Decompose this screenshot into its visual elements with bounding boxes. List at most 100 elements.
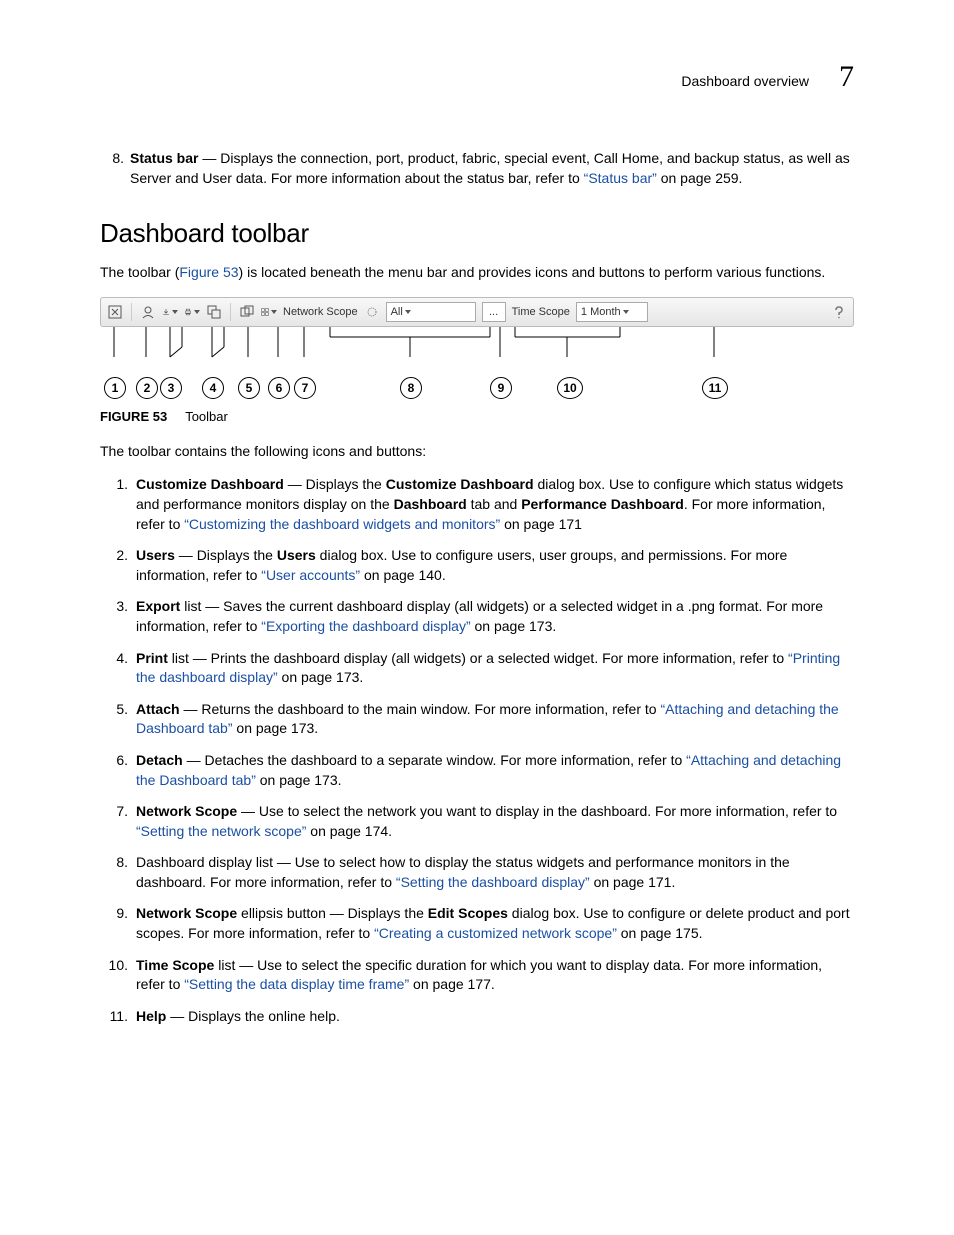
list-item: 7.Network Scope — Use to select the netw… <box>100 802 854 841</box>
term: Users <box>136 547 175 563</box>
text: on page 173. <box>278 669 364 685</box>
callout-8: 8 <box>400 377 422 399</box>
callout-5: 5 <box>238 377 260 399</box>
print-icon <box>184 304 200 320</box>
list-item: 6.Detach — Detaches the dashboard to a s… <box>100 751 854 790</box>
section-intro: The toolbar (Figure 53) is located benea… <box>100 263 854 283</box>
callout-9: 9 <box>490 377 512 399</box>
figure-ref-link[interactable]: Figure 53 <box>179 264 238 280</box>
term: Network Scope <box>136 905 237 921</box>
cross-ref-link[interactable]: “Setting the network scope” <box>136 823 306 839</box>
item-body: Users — Displays the Users dialog box. U… <box>136 546 854 585</box>
text: — Displays the <box>175 547 277 563</box>
callout-7: 7 <box>294 377 316 399</box>
page: Dashboard overview 7 8. Status bar — Dis… <box>0 0 954 1235</box>
item-body: Customize Dashboard — Displays the Custo… <box>136 475 854 534</box>
callout-11: 11 <box>702 377 728 399</box>
term: Status bar <box>130 150 198 166</box>
term: Export <box>136 598 180 614</box>
cross-ref-link[interactable]: “Customizing the dashboard widgets and m… <box>184 516 500 532</box>
item-number: 1. <box>100 475 136 534</box>
item-number: 3. <box>100 597 136 636</box>
customize-dashboard-icon <box>107 304 123 320</box>
scope-icon <box>364 304 380 320</box>
value: 1 Month <box>581 306 621 318</box>
detach-icon <box>239 304 255 320</box>
list-item: 3.Export list — Saves the current dashbo… <box>100 597 854 636</box>
status-bar-item: 8. Status bar — Displays the connection,… <box>100 149 854 188</box>
figure-53: Network Scope All ... Time Scope 1 Month <box>100 297 854 424</box>
item-body: Network Scope ellipsis button — Displays… <box>136 904 854 943</box>
item-number: 10. <box>100 956 136 995</box>
display-list-icon <box>261 304 277 320</box>
list-item: 5.Attach — Returns the dashboard to the … <box>100 700 854 739</box>
item-number: 11. <box>100 1007 136 1027</box>
item-number: 2. <box>100 546 136 585</box>
cross-ref-link[interactable]: “Setting the dashboard display” <box>396 874 590 890</box>
export-icon <box>162 304 178 320</box>
item-body: Print list — Prints the dashboard displa… <box>136 649 854 688</box>
term: Edit Scopes <box>428 905 508 921</box>
figure-title: Toolbar <box>185 409 228 424</box>
item-number: 7. <box>100 802 136 841</box>
term: Print <box>136 650 168 666</box>
item-body: Status bar — Displays the connection, po… <box>130 149 854 188</box>
cross-ref-link[interactable]: “Exporting the dashboard display” <box>261 618 470 634</box>
item-body: Dashboard display list — Use to select h… <box>136 853 854 892</box>
status-bar-link[interactable]: “Status bar” <box>584 170 657 186</box>
text: The toolbar ( <box>100 264 179 280</box>
value: All <box>391 306 403 318</box>
text: on page 140. <box>360 567 446 583</box>
text: ellipsis button — Displays the <box>237 905 428 921</box>
figure-caption: FIGURE 53 Toolbar <box>100 409 854 424</box>
text: on page 173. <box>233 720 319 736</box>
item-number: 5. <box>100 700 136 739</box>
term: Dashboard <box>394 496 467 512</box>
text: on page 174. <box>306 823 392 839</box>
text: on page 173. <box>471 618 557 634</box>
time-scope-field: 1 Month <box>576 302 648 322</box>
item-body: Help — Displays the online help. <box>136 1007 854 1027</box>
toolbar-mock: Network Scope All ... Time Scope 1 Month <box>100 297 854 327</box>
cross-ref-link[interactable]: “Creating a customized network scope” <box>374 925 617 941</box>
term: Network Scope <box>136 803 237 819</box>
text: — Displays the online help. <box>166 1008 340 1024</box>
list-item: 8.Dashboard display list — Use to select… <box>100 853 854 892</box>
callout-6: 6 <box>268 377 290 399</box>
text: on page 177. <box>409 976 495 992</box>
callout-10: 10 <box>557 377 583 399</box>
figure-label: FIGURE 53 <box>100 409 167 424</box>
list-item: 9.Network Scope ellipsis button — Displa… <box>100 904 854 943</box>
text: — Displays the <box>284 476 386 492</box>
text: on page 259. <box>657 170 743 186</box>
item-body: Network Scope — Use to select the networ… <box>136 802 854 841</box>
cross-ref-link[interactable]: “Setting the data display time frame” <box>184 976 409 992</box>
cross-ref-link[interactable]: “User accounts” <box>261 567 360 583</box>
network-scope-label: Network Scope <box>283 306 358 318</box>
list-item: 11.Help — Displays the online help. <box>100 1007 854 1027</box>
text: on page 171. <box>590 874 676 890</box>
item-body: Time Scope list — Use to select the spec… <box>136 956 854 995</box>
callout-numbers: 1 2 3 4 5 6 7 8 9 10 11 <box>100 377 854 399</box>
callout-2: 2 <box>136 377 158 399</box>
term: Customize Dashboard <box>136 476 284 492</box>
item-number: 9. <box>100 904 136 943</box>
header-title: Dashboard overview <box>681 73 809 89</box>
item-number: 6. <box>100 751 136 790</box>
text: tab and <box>467 496 522 512</box>
attach-icon <box>206 304 222 320</box>
term: Attach <box>136 701 180 717</box>
list-item: 2.Users — Displays the Users dialog box.… <box>100 546 854 585</box>
separator <box>131 303 132 321</box>
item-body: Detach — Detaches the dashboard to a sep… <box>136 751 854 790</box>
item-number: 8. <box>100 853 136 892</box>
ellipsis-button: ... <box>482 302 506 322</box>
item-number: 8. <box>100 149 130 188</box>
term: Customize Dashboard <box>386 476 534 492</box>
text: — Use to select the network you want to … <box>237 803 837 819</box>
text: on page 175. <box>617 925 703 941</box>
separator <box>230 303 231 321</box>
text: — Returns the dashboard to the main wind… <box>180 701 661 717</box>
list-item: 10.Time Scope list — Use to select the s… <box>100 956 854 995</box>
callout-lines <box>100 327 854 377</box>
